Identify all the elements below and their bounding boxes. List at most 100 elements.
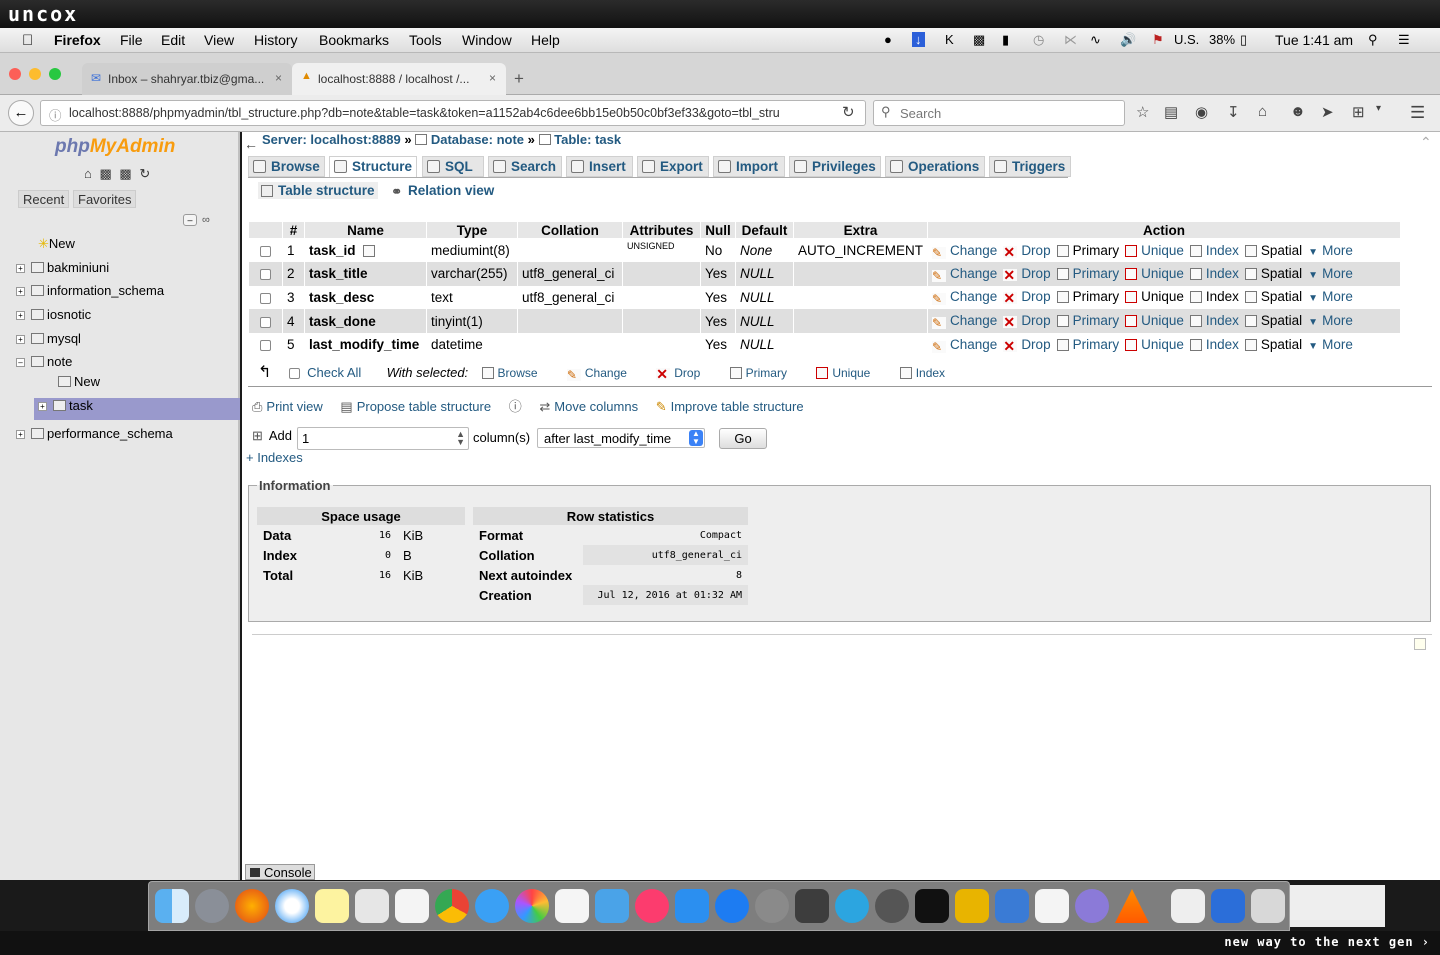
tab-inbox[interactable]: ✉ Inbox – shahryar.tbiz@gma... × (82, 63, 292, 95)
app-store-icon[interactable] (715, 889, 749, 923)
archive-icon[interactable] (955, 889, 989, 923)
spatial-action-button[interactable]: Spatial (1244, 266, 1302, 281)
vlc-icon[interactable] (1115, 889, 1149, 923)
display-status-icon[interactable]: ▩ (973, 32, 985, 48)
unique-action-button[interactable]: Unique (1125, 266, 1184, 281)
tab-triggers[interactable]: Triggers (989, 156, 1071, 177)
bookmark-star-icon[interactable]: ☆ (1136, 103, 1149, 121)
change-action-button[interactable]: ✎ Change (932, 266, 997, 282)
tree-item-performance-schema[interactable]: + performance_schema (16, 426, 173, 441)
collapse-nav-icon[interactable]: ← (244, 136, 258, 152)
github-icon[interactable] (875, 889, 909, 923)
menu-firefox[interactable]: Firefox (54, 32, 101, 48)
file-manager-icon[interactable] (995, 889, 1029, 923)
scroll-top-icon[interactable]: ⌃ (1420, 134, 1432, 151)
drop-action-button[interactable]: ✕ Drop (1003, 337, 1051, 353)
keynote-icon[interactable] (595, 889, 629, 923)
apple-icon[interactable]:  (22, 32, 33, 49)
search-input[interactable]: ⚲ Search (873, 100, 1125, 126)
expand-icon[interactable]: + (16, 311, 25, 320)
tab-privileges[interactable]: Privileges (789, 156, 881, 177)
time-machine-icon[interactable]: ◷ (1033, 32, 1044, 48)
primary-action-button[interactable]: Primary (1056, 243, 1119, 258)
url-bar[interactable]: ⓘ localhost:8888/phpmyadmin/tbl_structur… (40, 100, 866, 126)
change-action-button[interactable]: ✎ Change (932, 313, 997, 330)
hamburger-menu-icon[interactable]: ☰ (1410, 103, 1425, 123)
expand-icon[interactable]: + (16, 430, 25, 439)
close-tab-icon[interactable]: × (275, 71, 282, 85)
send-icon[interactable]: ➤ (1321, 103, 1334, 121)
downloads-stack-icon[interactable] (1211, 889, 1245, 923)
recent-button[interactable]: Recent (18, 190, 70, 208)
subtab-relation-view[interactable]: ⚭ Relation view (388, 182, 497, 199)
battery-percent[interactable]: 38% (1209, 32, 1235, 47)
go-button[interactable]: Go (719, 428, 767, 449)
chat-icon[interactable]: ☻ (1290, 103, 1306, 120)
tree-item-information-schema[interactable]: + information_schema (16, 283, 164, 298)
tab-insert[interactable]: Insert (566, 156, 633, 177)
close-tab-icon[interactable]: × (489, 71, 496, 85)
xcode-icon[interactable] (675, 889, 709, 923)
bulk-drop-button[interactable]: ✕ Drop (656, 366, 704, 381)
tab-export[interactable]: Export (637, 156, 709, 177)
bulk-browse-button[interactable]: Browse (481, 366, 542, 380)
notes-icon[interactable] (315, 889, 349, 923)
index-action-button[interactable]: Index (1189, 266, 1239, 281)
finder-icon[interactable] (155, 889, 189, 923)
more-action-button[interactable]: ▼ More (1308, 289, 1353, 304)
sublime-text-icon[interactable] (795, 889, 829, 923)
more-action-button[interactable]: ▼ More (1308, 266, 1353, 281)
tab-sql[interactable]: SQL (422, 156, 484, 177)
telegram-status-icon[interactable]: ● (884, 32, 892, 47)
primary-action-button[interactable]: Primary (1056, 266, 1119, 281)
improve-structure-link[interactable]: ✎ Improve table structure (656, 399, 804, 414)
spotlight-icon[interactable]: ⚲ (1368, 32, 1378, 48)
menu-file[interactable]: File (120, 32, 143, 48)
collapse-all-icon[interactable]: – (183, 214, 197, 226)
unique-action-button[interactable]: Unique (1125, 243, 1184, 258)
unique-action-button[interactable]: Unique (1125, 289, 1184, 304)
check-all-checkbox[interactable] (288, 368, 300, 379)
row-checkbox[interactable] (260, 316, 271, 328)
link-with-main-icon[interactable]: ∞ (202, 214, 210, 226)
download-status-icon[interactable]: ↓ (912, 32, 925, 47)
mkv-file-icon[interactable] (1171, 889, 1205, 923)
menu-bookmarks[interactable]: Bookmarks (319, 32, 389, 48)
preview-icon[interactable] (355, 889, 389, 923)
info-icon[interactable]: ⓘ (49, 105, 62, 124)
unique-action-button[interactable]: Unique (1125, 337, 1184, 352)
row-checkbox[interactable] (260, 269, 271, 281)
bluetooth-icon[interactable]: ⋉ (1064, 32, 1077, 48)
more-action-button[interactable]: ▼ More (1308, 313, 1353, 328)
tree-item-new-table[interactable]: New (58, 374, 100, 389)
tree-item-task[interactable]: + task (38, 398, 93, 413)
drop-action-button[interactable]: ✕ Drop (1003, 243, 1051, 259)
tab-search[interactable]: Search (488, 156, 562, 177)
pma-logo[interactable]: phpMyAdmin (55, 136, 175, 158)
primary-action-button[interactable]: Primary (1056, 337, 1119, 352)
index-action-button[interactable]: Index (1189, 243, 1239, 258)
tab-phpmyadmin[interactable]: ▲ localhost:8888 / localhost /... × (292, 63, 506, 95)
expand-icon[interactable]: + (16, 264, 25, 273)
trash-icon[interactable] (1251, 889, 1285, 923)
change-action-button[interactable]: ✎ Change (932, 289, 997, 306)
firefox-icon[interactable] (235, 889, 269, 923)
collapse-icon[interactable]: – (16, 358, 25, 367)
back-icon[interactable]: ← (8, 100, 34, 126)
index-action-button[interactable]: Index (1189, 289, 1239, 304)
index-action-button[interactable]: Index (1189, 337, 1239, 352)
photos-icon[interactable] (515, 889, 549, 923)
more-action-button[interactable]: ▼ More (1308, 243, 1353, 258)
tab-browse[interactable]: Browse (248, 156, 325, 177)
system-preferences-icon[interactable] (755, 889, 789, 923)
volume-icon[interactable]: 🔊 (1120, 32, 1136, 48)
spatial-action-button[interactable]: Spatial (1244, 289, 1302, 304)
zoom-window-button[interactable] (49, 68, 61, 80)
tab-import[interactable]: Import (713, 156, 785, 177)
tree-item-new[interactable]: ✳New (38, 236, 75, 252)
propose-structure-link[interactable]: ▤ Propose table structure (340, 399, 491, 414)
flag-icon[interactable]: ⚑ (1152, 32, 1164, 48)
notification-center-icon[interactable]: ☰ (1398, 32, 1410, 48)
bulk-index-button[interactable]: Index (899, 366, 949, 380)
check-all-link[interactable]: Check All (307, 365, 361, 380)
